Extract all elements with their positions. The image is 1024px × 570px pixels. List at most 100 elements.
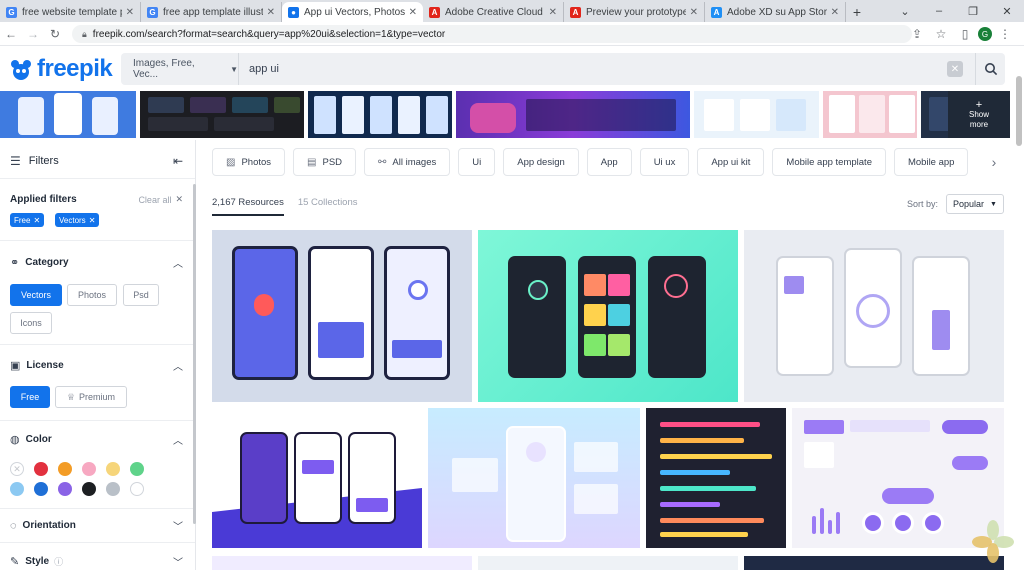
clear-all-icon[interactable]: ✕ [175, 194, 183, 205]
license-header[interactable]: ▣ License ︿ [10, 358, 183, 373]
collection-thumbnail[interactable] [822, 91, 918, 138]
url-field[interactable]: 🔒︎ freepik.com/search?format=search&quer… [72, 25, 912, 43]
license-free-button[interactable]: Free [10, 386, 50, 408]
chevron-down-icon[interactable]: ﹀ [173, 518, 183, 533]
profile-avatar[interactable]: G [978, 27, 992, 41]
maximize-icon[interactable]: ❐ [956, 0, 990, 22]
info-icon[interactable]: ⓘ [54, 555, 63, 568]
tag-app-design[interactable]: App design [503, 148, 579, 176]
close-icon[interactable]: ✕ [409, 7, 417, 18]
browser-tab-3[interactable]: ● App ui Vectors, Photos and ✕ [282, 2, 423, 22]
result-image[interactable] [744, 556, 1004, 570]
share-icon[interactable]: ⇪ [906, 23, 928, 45]
tag-photos[interactable]: ▨ Photos [212, 148, 286, 176]
collection-thumbnail[interactable] [0, 91, 137, 138]
minimize-icon[interactable]: – [922, 0, 956, 22]
color-swatch[interactable] [130, 462, 144, 476]
category-icons-button[interactable]: Icons [10, 312, 52, 334]
category-header[interactable]: ⚭ Category ︿ [10, 255, 183, 270]
collections-tab[interactable]: 15 Collections [298, 197, 358, 216]
tag-ui[interactable]: Ui [458, 148, 496, 176]
tag-psd[interactable]: ▤ PSD [293, 148, 357, 176]
applied-chip-free[interactable]: Free ✕ [10, 213, 45, 227]
color-swatch[interactable] [106, 462, 120, 476]
result-image[interactable] [478, 556, 738, 570]
color-swatch[interactable] [58, 482, 72, 496]
menu-icon[interactable]: ⋮ [994, 23, 1016, 45]
collection-thumbnail[interactable] [694, 91, 819, 138]
orientation-header[interactable]: ◌ Orientation ﹀ [10, 518, 183, 534]
category-vectors-button[interactable]: Vectors [10, 284, 62, 306]
new-tab-button[interactable]: + [846, 2, 868, 22]
chevron-up-icon[interactable]: ︿ [173, 432, 183, 447]
result-image[interactable] [428, 408, 640, 548]
search-input[interactable] [239, 54, 947, 84]
collection-thumbnail[interactable] [307, 91, 452, 138]
tag-app[interactable]: App [586, 148, 632, 176]
sidebar-scrollbar[interactable] [193, 184, 196, 524]
close-icon[interactable]: ✕ [831, 7, 839, 18]
browser-tab-2[interactable]: G free app template illustrati ✕ [141, 2, 282, 22]
color-swatch[interactable] [106, 482, 120, 496]
collection-thumbnail[interactable] [140, 91, 304, 138]
browser-tab-6[interactable]: A Adobe XD su App Store ✕ [705, 2, 846, 22]
sidebar-toggle-icon[interactable]: ▯ [954, 23, 976, 45]
result-image[interactable] [212, 408, 422, 548]
license-premium-button[interactable]: ♕ Premium [55, 386, 127, 408]
back-icon[interactable]: ← [0, 23, 22, 45]
chevron-up-icon[interactable]: ︿ [173, 358, 183, 373]
result-image[interactable] [744, 230, 1004, 402]
star-icon[interactable]: ☆ [930, 23, 952, 45]
applied-chip-vectors[interactable]: Vectors ✕ [55, 213, 100, 227]
color-swatch[interactable] [34, 482, 48, 496]
remove-chip-icon[interactable]: ✕ [33, 216, 40, 225]
tag-app-ui-kit[interactable]: App ui kit [697, 148, 765, 176]
forward-icon[interactable]: → [22, 23, 44, 45]
tag-mobile-app-template[interactable]: Mobile app template [772, 148, 886, 176]
color-swatch[interactable] [130, 482, 144, 496]
category-psd-button[interactable]: Psd [123, 284, 159, 306]
chevron-down-icon[interactable]: ﹀ [173, 554, 183, 569]
tag-mobile-app[interactable]: Mobile app [893, 148, 969, 176]
color-header[interactable]: ◍ Color ︿ [10, 432, 183, 447]
reload-icon[interactable]: ↻ [44, 23, 66, 45]
close-icon[interactable]: ✕ [267, 7, 275, 18]
browser-tab-1[interactable]: G free website template phot ✕ [0, 2, 141, 22]
search-button[interactable] [975, 53, 1005, 85]
style-header[interactable]: ✎ Style ⓘ ﹀ [10, 554, 183, 569]
color-swatch[interactable] [82, 482, 96, 496]
chevron-up-icon[interactable]: ︿ [173, 255, 183, 270]
close-icon[interactable]: ✕ [549, 7, 557, 18]
tag-ui-ux[interactable]: Ui ux [639, 148, 690, 176]
collapse-sidebar-icon[interactable]: ⇤ [173, 154, 183, 168]
close-window-icon[interactable]: ✕ [990, 0, 1024, 22]
browser-tab-4[interactable]: A Adobe Creative Cloud | Dis ✕ [423, 2, 564, 22]
search-type-select[interactable]: Images, Free, Vec... ▼ [121, 53, 239, 85]
browser-tab-5[interactable]: A Preview your prototypes or ✕ [564, 2, 705, 22]
close-icon[interactable]: ✕ [126, 7, 134, 18]
tag-all-images[interactable]: ⚯ All images [364, 148, 451, 176]
page-scrollbar[interactable] [1016, 76, 1022, 146]
resources-tab[interactable]: 2,167 Resources [212, 197, 284, 216]
clear-all-link[interactable]: Clear all [138, 195, 171, 205]
remove-chip-icon[interactable]: ✕ [89, 216, 96, 225]
close-icon[interactable]: ✕ [690, 7, 698, 18]
category-photos-button[interactable]: Photos [67, 284, 117, 306]
result-image[interactable] [646, 408, 786, 548]
clear-search-icon[interactable]: ✕ [947, 61, 963, 77]
show-more-button[interactable]: + Show more [948, 91, 1010, 138]
dropdown-icon[interactable]: ⌄ [888, 0, 922, 22]
color-swatch[interactable] [58, 462, 72, 476]
color-swatch[interactable] [82, 462, 96, 476]
result-image[interactable] [478, 230, 738, 402]
collection-thumbnail[interactable] [455, 91, 691, 138]
result-image[interactable] [212, 556, 472, 570]
tag-label: Ui ux [653, 156, 676, 168]
sort-select[interactable]: Popular ▼ [946, 194, 1004, 214]
result-image[interactable] [212, 230, 472, 402]
freepik-logo[interactable]: freepik [8, 55, 113, 83]
chevron-right-icon[interactable]: › [984, 148, 1004, 176]
color-swatch[interactable] [34, 462, 48, 476]
no-color-swatch[interactable]: ✕ [10, 462, 24, 476]
color-swatch[interactable] [10, 482, 24, 496]
